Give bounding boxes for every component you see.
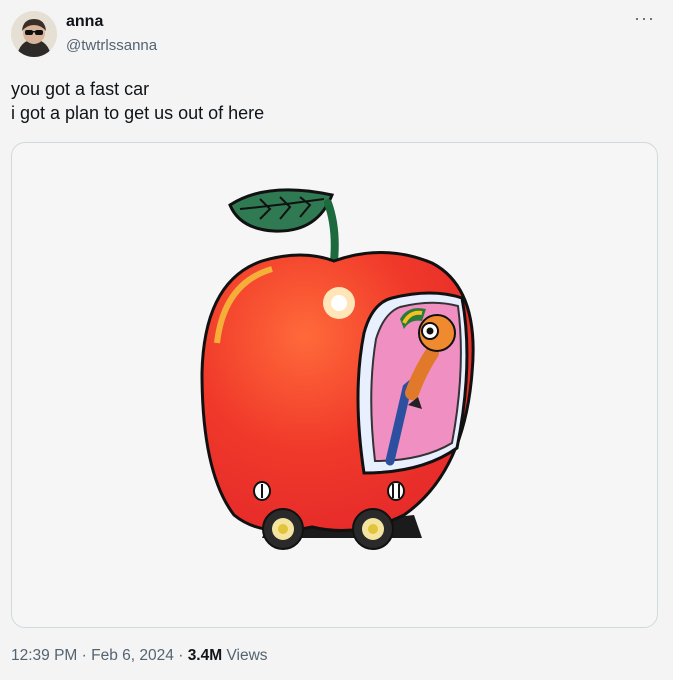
tweet-media[interactable] [11, 142, 658, 628]
author-name[interactable]: anna [66, 13, 103, 31]
meta-separator: · [81, 647, 87, 664]
author-handle[interactable]: @twtrlssanna [66, 37, 157, 54]
tweet-line: i got a plan to get us out of here [11, 103, 265, 123]
views-label: Views [226, 647, 268, 664]
tweet-date[interactable]: Feb 6, 2024 [91, 647, 174, 664]
tweet-meta: 12:39 PM · Feb 6, 2024 · 3.4M Views [11, 647, 268, 665]
avatar[interactable] [11, 11, 57, 57]
tweet-line: you got a fast car [11, 79, 150, 99]
meta-separator: · [178, 647, 184, 664]
more-options-icon[interactable]: ··· [634, 8, 655, 29]
views-count: 3.4M [187, 647, 223, 664]
tweet-text: you got a fast car i got a plan to get u… [11, 77, 264, 125]
avatar-image [11, 11, 57, 57]
apple-car-image [200, 188, 475, 550]
tweet-time[interactable]: 12:39 PM [11, 647, 77, 664]
